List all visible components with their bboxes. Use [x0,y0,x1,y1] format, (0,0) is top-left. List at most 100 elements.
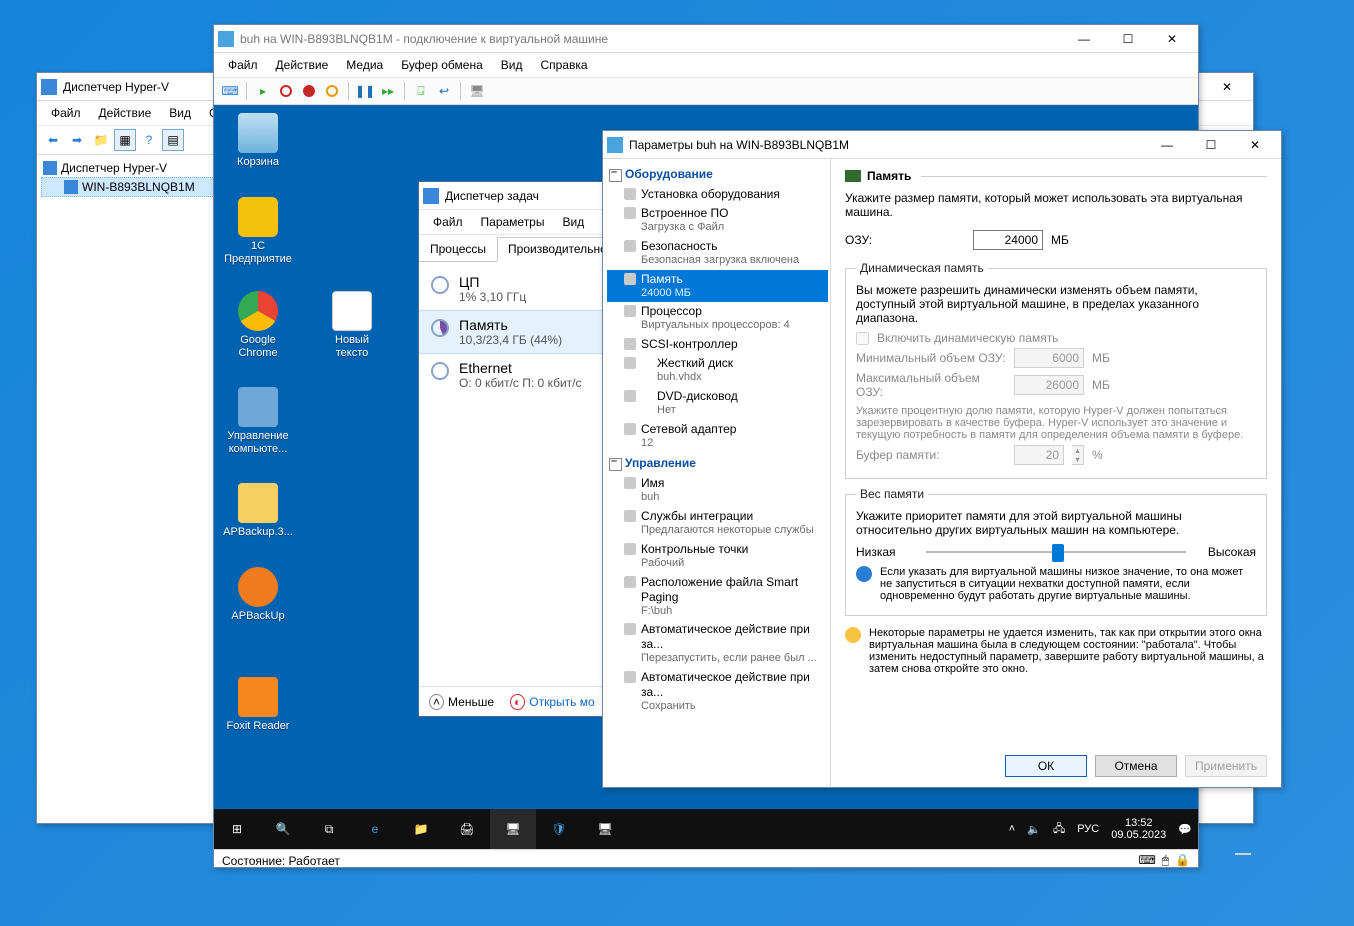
desktop-icon-apbackup-folder[interactable]: APBackup.3... [220,483,296,539]
weight-slider[interactable]: Низкая Высокая [856,541,1256,563]
nav-name[interactable]: Имяbuh [607,474,828,507]
minimize-button[interactable]: — [1062,25,1106,53]
dyn-enable-checkbox[interactable] [856,332,869,345]
settings-icon [607,137,623,153]
guest-taskbar[interactable]: ⊞ 🔍 ⧉ e 📁 🖨 🖥 🛡 🖥 ˄ 🔈 🖧 РУС 13:52 09.05.… [214,809,1198,849]
nav-dvd[interactable]: DVD-дисководНет [607,387,828,420]
desktop-icon-foxit[interactable]: Foxit Reader [220,677,296,733]
checkpoint-icon[interactable]: ⍈ [411,81,431,101]
taskview-icon[interactable]: ⧉ [306,809,352,849]
defender-icon[interactable]: 🛡 [536,809,582,849]
menu-options[interactable]: Параметры [473,212,553,232]
explorer-icon[interactable]: 📁 [398,809,444,849]
nav-integration[interactable]: Службы интеграцииПредлагаются некоторые … [607,507,828,540]
tray-volume-icon[interactable]: 🔈 [1027,823,1041,836]
cpu-label: ЦП [459,274,526,290]
vmconnect-toolbar[interactable]: ⌨ ▸ ❚❚ ▸▸ ⍈ ↩ 🖥 [214,78,1198,105]
nav-autostop[interactable]: Автоматическое действие при за...Сохрани… [607,668,828,716]
printer-icon[interactable]: 🖨 [444,809,490,849]
fewer-details-link[interactable]: ˄Меньше [429,695,494,709]
minimize-button[interactable]: — [1145,131,1189,159]
shutdown-icon[interactable] [299,81,319,101]
nav-processor[interactable]: ПроцессорВиртуальных процессоров: 4 [607,302,828,335]
close-button[interactable]: ✕ [1233,131,1277,159]
desktop-icon-recycle[interactable]: Корзина [220,113,296,169]
open-resmon-link[interactable]: ◐Открыть мо [510,695,595,709]
help-icon[interactable]: ? [138,129,160,151]
tray-clock[interactable]: 13:52 09.05.2023 [1111,817,1166,841]
nav-security[interactable]: БезопасностьБезопасная загрузка включена [607,237,828,270]
close-button[interactable]: ✕ [1205,73,1249,101]
rdp-icon[interactable]: 🖥 [582,809,628,849]
ok-button[interactable]: ОК [1005,755,1087,777]
search-icon[interactable]: 🔍 [260,809,306,849]
nav-hdd[interactable]: Жесткий дискbuh.vhdx [607,354,828,387]
menu-clipboard[interactable]: Буфер обмена [393,55,491,75]
nav-firmware[interactable]: Встроенное ПОЗагрузка с Файл [607,204,828,237]
menu-file[interactable]: Файл [43,103,89,123]
ie-icon[interactable]: e [352,809,398,849]
icon-label: Foxit Reader [220,720,296,733]
weight-text: Укажите приоритет памяти для этой виртуа… [856,509,1256,537]
desktop-icon-newtxt[interactable]: Новый тексто [314,291,390,359]
menu-view[interactable]: Вид [493,55,531,75]
turnoff-icon[interactable] [276,81,296,101]
nav-add-hardware[interactable]: Установка оборудования [607,185,828,204]
menu-action[interactable]: Действие [91,103,160,123]
nav-nic[interactable]: Сетевой адаптер12 [607,420,828,453]
vm-settings-window[interactable]: Параметры buh на WIN-B893BLNQB1M — ☐ ✕ О… [602,130,1282,788]
ctrl-alt-del-icon[interactable]: ⌨ [220,81,240,101]
settings-titlebar[interactable]: Параметры buh на WIN-B893BLNQB1M — ☐ ✕ [603,131,1281,159]
nav-smartpaging[interactable]: Расположение файла Smart PagingF:\buh [607,573,828,621]
ram-input[interactable] [973,230,1043,250]
save-icon[interactable] [322,81,342,101]
menu-view[interactable]: Вид [554,212,592,232]
tray-chevron-icon[interactable]: ˄ [1009,823,1015,835]
tab-processes[interactable]: Процессы [419,237,497,261]
menu-file[interactable]: Файл [220,55,266,75]
nav-back-icon[interactable]: ⬅ [42,129,64,151]
nav-scsi[interactable]: SCSI-контроллер [607,335,828,354]
nav-memory[interactable]: Память24000 МБ [607,270,828,303]
dyn-checkbox-row[interactable]: Включить динамическую память [856,331,1256,345]
maximize-button[interactable]: ☐ [1189,131,1233,159]
menu-file[interactable]: Файл [425,212,471,232]
memory-label: Память [459,317,562,333]
nav-management-header[interactable]: Управление [607,452,828,474]
settings-nav[interactable]: Оборудование Установка оборудования Встр… [603,159,831,787]
menu-view[interactable]: Вид [161,103,199,123]
monitor-icon[interactable]: 🖥 [490,809,536,849]
reset-icon[interactable]: ▸▸ [378,81,398,101]
nav-autostart[interactable]: Автоматическое действие при за...Перезап… [607,620,828,668]
menu-media[interactable]: Медиа [338,55,391,75]
tray-network-icon[interactable]: 🖧 [1053,820,1065,839]
desktop-icon-apbackup[interactable]: APBackUp [220,567,296,623]
menu-action[interactable]: Действие [268,55,337,75]
slider-thumb[interactable] [1052,544,1064,562]
cancel-button[interactable]: Отмена [1095,755,1177,777]
pause-icon[interactable]: ❚❚ [355,81,375,101]
menu-help[interactable]: Справка [532,55,595,75]
enhanced-icon[interactable]: 🖥 [467,81,487,101]
dynamic-memory-group: Динамическая память Вы можете разрешить … [845,261,1267,479]
vmconnect-menubar[interactable]: Файл Действие Медиа Буфер обмена Вид Спр… [214,53,1198,78]
tray-lang[interactable]: РУС [1077,823,1099,835]
vmconnect-titlebar[interactable]: buh на WIN-B893BLNQB1M - подключение к в… [214,25,1198,53]
close-button[interactable]: ✕ [1150,25,1194,53]
desktop-icon-1c[interactable]: 1С Предприятие [220,197,296,265]
scrollbar[interactable] [1235,853,1251,855]
nav-checkpoints[interactable]: Контрольные точкиРабочий [607,540,828,573]
revert-icon[interactable]: ↩ [434,81,454,101]
start-button[interactable]: ⊞ [214,809,260,849]
maximize-button[interactable]: ☐ [1106,25,1150,53]
nav-hardware-header[interactable]: Оборудование [607,163,828,185]
tray-notifications-icon[interactable]: 💬 [1178,823,1192,836]
desktop-icon-compmgmt[interactable]: Управление компьюте... [220,387,296,455]
list-icon[interactable]: ▤ [162,129,184,151]
server-icon [43,161,57,175]
desktop-icon-chrome[interactable]: Google Chrome [220,291,296,359]
grid-icon[interactable]: ▦ [114,129,136,151]
start-icon[interactable]: ▸ [253,81,273,101]
nav-fwd-icon[interactable]: ➡ [66,129,88,151]
folder-icon[interactable]: 📁 [90,129,112,151]
